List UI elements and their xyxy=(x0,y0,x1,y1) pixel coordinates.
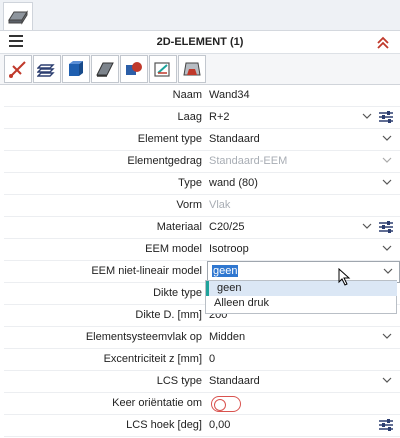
panel-title: 2D-ELEMENT (1) xyxy=(156,36,244,48)
chevron-down-icon[interactable] xyxy=(382,134,392,142)
nonlinear-model-selected-text[interactable]: geen xyxy=(212,265,239,277)
prop-row-vorm: Vorm Vlak xyxy=(4,194,400,217)
prop-label: Elementsysteemvlak op xyxy=(85,331,202,343)
prop-label: EEM niet-lineair model xyxy=(91,265,202,277)
shape-value: Vlak xyxy=(209,199,231,211)
prop-label: LCS hoek [deg] xyxy=(126,419,202,431)
prop-label: Vorm xyxy=(176,199,202,211)
chevron-down-icon[interactable] xyxy=(382,244,392,252)
lcs-type-select[interactable]: Standaard xyxy=(209,375,260,387)
prop-row-lcs-type: LCS type Standaard xyxy=(4,370,400,393)
prop-row-naam: Naam Wand34 xyxy=(4,84,400,107)
chevron-down-icon[interactable] xyxy=(362,112,372,120)
dropdown-option-alleen-druk[interactable]: Alleen druk xyxy=(206,296,394,311)
element-properties-button[interactable] xyxy=(62,55,90,83)
eccentricity-field[interactable]: 0 xyxy=(209,353,215,365)
prop-row-laag: Laag R+2 xyxy=(4,106,400,129)
prop-label: Laag xyxy=(177,111,202,123)
option-label: geen xyxy=(217,282,242,294)
chevron-down-icon[interactable] xyxy=(382,178,392,186)
double-chevron-up-icon[interactable] xyxy=(375,34,391,50)
chevron-down-icon[interactable] xyxy=(382,332,392,340)
prop-label: Elementgedrag xyxy=(127,155,202,167)
prop-label: LCS type xyxy=(156,375,202,387)
prop-label: Type xyxy=(178,177,202,189)
plate-icon xyxy=(8,10,28,25)
prop-row-elementgedrag: Elementgedrag Standaard-EEM xyxy=(4,150,400,173)
layers-button[interactable] xyxy=(33,55,61,83)
layers-icon xyxy=(37,64,55,77)
element-geometry-button[interactable] xyxy=(4,55,32,83)
swap-orientation-toggle[interactable] xyxy=(211,396,241,412)
material-select[interactable]: C20/25 xyxy=(209,221,244,233)
toolbar xyxy=(0,54,400,85)
chevron-down-icon xyxy=(382,157,392,163)
prop-label: Excentriciteit z [mm] xyxy=(103,353,202,365)
prop-row-systeemvlak: Elementsysteemvlak op Midden xyxy=(4,326,400,349)
prop-label: Keer oriëntatie om xyxy=(112,397,202,409)
surface-button[interactable] xyxy=(91,55,119,83)
prop-label: Element type xyxy=(137,133,202,145)
support-button[interactable] xyxy=(178,55,206,83)
prop-label: EEM model xyxy=(145,243,202,255)
lcs-angle-field[interactable]: 0,00 xyxy=(209,419,230,431)
chevron-down-icon[interactable] xyxy=(383,267,393,275)
dropdown-option-geen[interactable]: geen xyxy=(206,281,397,296)
chevron-down-icon[interactable] xyxy=(362,222,372,230)
panel-header: 2D-ELEMENT (1) xyxy=(0,31,400,54)
prop-label: Materiaal xyxy=(156,221,202,233)
edit-list-icon[interactable] xyxy=(378,220,394,234)
prop-row-excentriciteit: Excentriciteit z [mm] 0 xyxy=(4,348,400,371)
connection-button[interactable] xyxy=(120,55,148,83)
edit-list-icon[interactable] xyxy=(378,418,394,432)
member-system-plane-select[interactable]: Midden xyxy=(209,331,245,343)
chevron-down-icon[interactable] xyxy=(382,376,392,384)
toggle-knob xyxy=(214,399,226,411)
prop-row-type: Type wand (80) xyxy=(4,172,400,195)
element-properties-icon xyxy=(69,61,83,76)
prop-row-keer-orientatie: Keer oriëntatie om xyxy=(4,392,400,415)
prop-label: Naam xyxy=(172,89,202,101)
tab-2d-element[interactable] xyxy=(3,2,33,30)
element-geometry-icon xyxy=(9,61,26,78)
local-axes-button[interactable] xyxy=(149,55,177,83)
edit-list-icon[interactable] xyxy=(378,110,394,124)
type-select[interactable]: wand (80) xyxy=(209,177,258,189)
name-field[interactable]: Wand34 xyxy=(209,89,250,101)
prop-label: Dikte type xyxy=(153,287,202,299)
prop-row-element-type: Element type Standaard xyxy=(4,128,400,151)
element-type-select[interactable]: Standaard xyxy=(209,133,260,145)
nonlinear-model-dropdown: geen Alleen druk xyxy=(205,280,397,314)
support-icon xyxy=(183,62,201,76)
prop-row-eem-model: EEM model Isotroop xyxy=(4,238,400,261)
surface-icon xyxy=(96,62,114,77)
mouse-cursor-icon xyxy=(338,268,351,286)
tab-strip xyxy=(0,0,400,31)
prop-row-lcs-hoek: LCS hoek [deg] 0,00 xyxy=(4,414,400,437)
connection-icon xyxy=(126,62,142,75)
fem-model-select[interactable]: Isotroop xyxy=(209,243,249,255)
element-behaviour-select: Standaard-EEM xyxy=(209,155,288,167)
local-axes-icon xyxy=(154,62,170,77)
layer-select[interactable]: R+2 xyxy=(209,111,230,123)
option-label: Alleen druk xyxy=(214,297,270,309)
prop-row-materiaal: Materiaal C20/25 xyxy=(4,216,400,239)
prop-label: Dikte D. [mm] xyxy=(135,309,202,321)
